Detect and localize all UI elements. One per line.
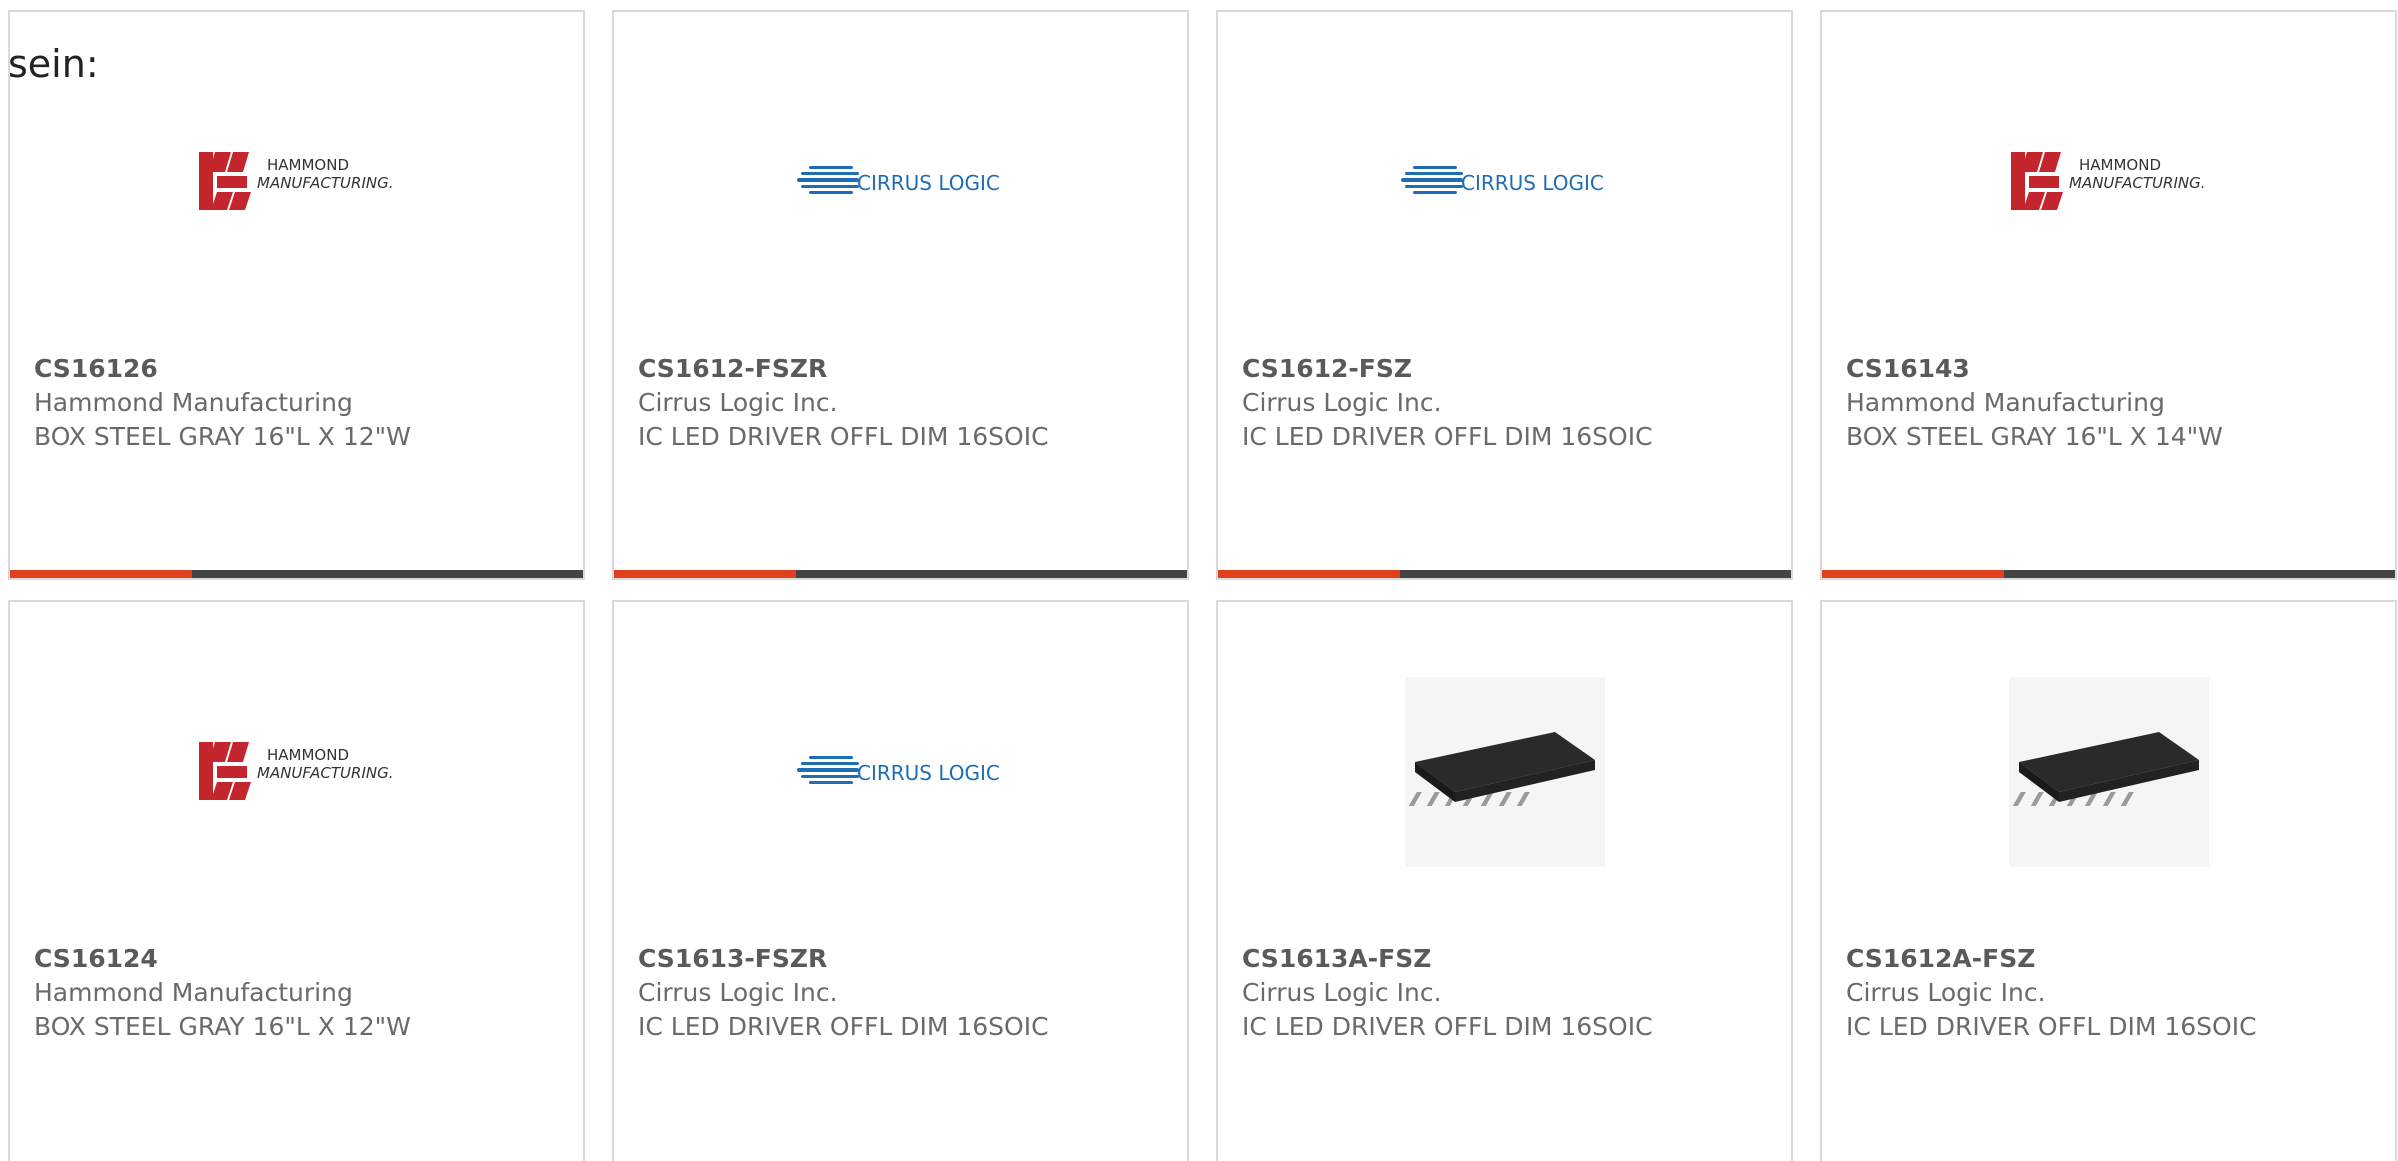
product-card[interactable]: CIRRUS LOGIC CS1612-FSZR Cirrus Logic In… (612, 10, 1189, 580)
cirrus-logic-logo: CIRRUS LOGIC (614, 672, 1187, 872)
card-footer-bar (10, 570, 583, 578)
part-number[interactable]: CS1612-FSZ (1242, 352, 1682, 386)
description: IC LED DRIVER OFFL DIM 16SOIC (1846, 1012, 2257, 1041)
part-number[interactable]: CS16143 (1846, 352, 2286, 386)
description: BOX STEEL GRAY 16"L X 12"W (34, 422, 411, 451)
product-card[interactable]: CIRRUS LOGIC CS1613-FSZR Cirrus Logic In… (612, 600, 1189, 1161)
description: IC LED DRIVER OFFL DIM 16SOIC (1242, 422, 1653, 451)
card-footer-bar (1218, 570, 1791, 578)
card-footer-bar (1822, 570, 2395, 578)
svg-text:CIRRUS LOGIC: CIRRUS LOGIC (857, 761, 1000, 785)
svg-text:MANUFACTURING.: MANUFACTURING. (257, 764, 394, 782)
description: IC LED DRIVER OFFL DIM 16SOIC (638, 1012, 1049, 1041)
hammond-logo: HAMMOND MANUFACTURING. (1822, 82, 2395, 282)
card-footer-bar (614, 570, 1187, 578)
product-card[interactable]: CS1613A-FSZ Cirrus Logic Inc. IC LED DRI… (1216, 600, 1793, 1161)
product-card[interactable]: HAMMOND MANUFACTURING. CS16126 Hammond M… (8, 10, 585, 580)
svg-text:HAMMOND: HAMMOND (2079, 156, 2161, 174)
part-number[interactable]: CS1612-FSZR (638, 352, 1078, 386)
manufacturer: Hammond Manufacturing (34, 978, 353, 1007)
cirrus-logic-logo: CIRRUS LOGIC (614, 82, 1187, 282)
intro-text: sein: (8, 42, 99, 86)
svg-text:MANUFACTURING.: MANUFACTURING. (257, 174, 394, 192)
hammond-logo: HAMMOND MANUFACTURING. (10, 82, 583, 282)
svg-text:HAMMOND: HAMMOND (267, 746, 349, 764)
svg-text:CIRRUS LOGIC: CIRRUS LOGIC (1461, 171, 1604, 195)
manufacturer: Cirrus Logic Inc. (638, 978, 838, 1007)
product-grid-page: sein: HAMMOND MANUFACTURING. CS16126 Ham… (0, 0, 2398, 1161)
svg-text:HAMMOND: HAMMOND (267, 156, 349, 174)
manufacturer: Hammond Manufacturing (34, 388, 353, 417)
description: BOX STEEL GRAY 16"L X 14"W (1846, 422, 2223, 451)
hammond-logo: HAMMOND MANUFACTURING. (10, 672, 583, 872)
description: IC LED DRIVER OFFL DIM 16SOIC (638, 422, 1049, 451)
product-card[interactable]: CS1612A-FSZ Cirrus Logic Inc. IC LED DRI… (1820, 600, 2397, 1161)
soic-chip-photo (1218, 672, 1791, 872)
part-number[interactable]: CS1613A-FSZ (1242, 942, 1682, 976)
part-number[interactable]: CS16126 (34, 352, 474, 386)
manufacturer: Cirrus Logic Inc. (1242, 978, 1442, 1007)
product-card[interactable]: HAMMOND MANUFACTURING. CS16143 Hammond M… (1820, 10, 2397, 580)
description: BOX STEEL GRAY 16"L X 12"W (34, 1012, 411, 1041)
manufacturer: Cirrus Logic Inc. (1242, 388, 1442, 417)
description: IC LED DRIVER OFFL DIM 16SOIC (1242, 1012, 1653, 1041)
soic-chip-photo (1822, 672, 2395, 872)
product-card[interactable]: HAMMOND MANUFACTURING. CS16124 Hammond M… (8, 600, 585, 1161)
product-card[interactable]: CIRRUS LOGIC CS1612-FSZ Cirrus Logic Inc… (1216, 10, 1793, 580)
cirrus-logic-logo: CIRRUS LOGIC (1218, 82, 1791, 282)
manufacturer: Hammond Manufacturing (1846, 388, 2165, 417)
svg-text:CIRRUS LOGIC: CIRRUS LOGIC (857, 171, 1000, 195)
part-number[interactable]: CS1612A-FSZ (1846, 942, 2286, 976)
part-number[interactable]: CS1613-FSZR (638, 942, 1078, 976)
manufacturer: Cirrus Logic Inc. (638, 388, 838, 417)
part-number[interactable]: CS16124 (34, 942, 474, 976)
svg-text:MANUFACTURING.: MANUFACTURING. (2069, 174, 2206, 192)
manufacturer: Cirrus Logic Inc. (1846, 978, 2046, 1007)
